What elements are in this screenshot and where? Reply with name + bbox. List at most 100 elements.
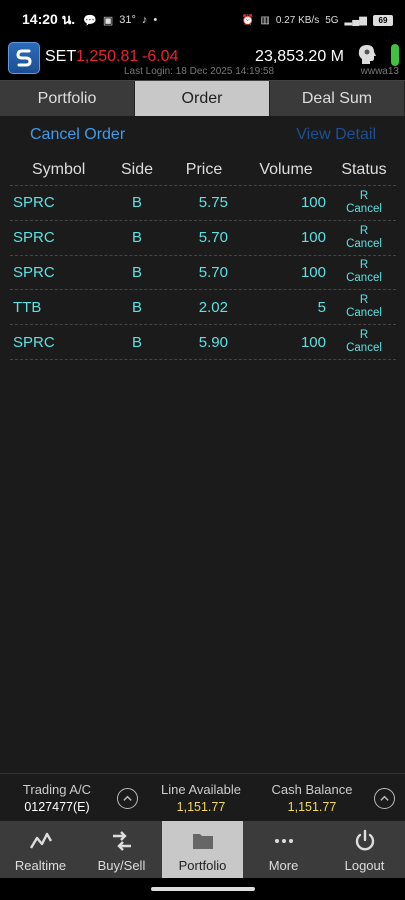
folder-icon: [192, 834, 213, 849]
cell-volume: 100: [300, 229, 326, 247]
row-cancel-button[interactable]: Cancel: [346, 238, 382, 251]
user-id: wwwa13: [360, 66, 399, 77]
table-row[interactable]: SPRC B 5.70 100 R Cancel: [10, 221, 396, 256]
cell-side: B: [131, 229, 142, 247]
order-table: Symbol Side Price Volume Status SPRC B 5…: [10, 154, 396, 360]
battery-level: 69: [373, 14, 393, 26]
nav-realtime-label: Realtime: [14, 858, 67, 873]
trading-account-value: 0127477(E): [24, 800, 90, 814]
connection-status-indicator: [391, 44, 399, 66]
user-head-icon[interactable]: [355, 42, 379, 66]
cell-volume: 100: [300, 263, 326, 281]
alarm-icon: ⏰: [241, 14, 255, 26]
nav-buy-sell[interactable]: Buy/Sell: [81, 821, 162, 878]
cell-volume: 100: [300, 333, 326, 351]
network-speed: 0.27 KB/s: [275, 14, 320, 26]
cash-balance: Cash Balance 1,151.77: [262, 782, 362, 814]
bottom-navigation: Realtime Buy/Sell Portfolio More Logout: [0, 821, 405, 878]
column-header-status: Status: [341, 160, 387, 178]
tab-deal-sum[interactable]: Deal Sum: [270, 81, 405, 116]
system-icons: ⏰ ▥ 0.27 KB/s 5G ▂▄▆ 69: [241, 14, 393, 26]
gallery-icon: ▣: [102, 14, 114, 27]
nav-buy-sell-label: Buy/Sell: [97, 858, 146, 873]
cell-status: R Cancel: [332, 259, 396, 285]
last-login: Last Login: 18 Dec 2025 14:19:58: [124, 66, 275, 77]
cell-status: R Cancel: [332, 225, 396, 251]
trading-account-label: Trading A/C: [22, 782, 92, 797]
row-cancel-button[interactable]: Cancel: [346, 272, 382, 285]
cell-price: 5.70: [198, 263, 228, 281]
cell-side: B: [131, 298, 142, 316]
trading-account[interactable]: Trading A/C 0127477(E): [14, 782, 100, 814]
account-selector-button[interactable]: [117, 788, 138, 809]
cancel-order-button[interactable]: Cancel Order: [30, 126, 125, 144]
cell-volume: 100: [300, 194, 326, 212]
cell-volume: 5: [317, 298, 326, 316]
line-available: Line Available 1,151.77: [150, 782, 252, 814]
status-code: R: [359, 259, 369, 272]
status-code: R: [359, 294, 369, 307]
column-header-side: Side: [120, 160, 154, 178]
cell-status: R Cancel: [332, 329, 396, 355]
tab-portfolio[interactable]: Portfolio: [0, 81, 135, 116]
battery-icon: 69: [373, 14, 393, 26]
table-row[interactable]: SPRC B 5.90 100 R Cancel: [10, 325, 396, 360]
line-available-value: 1,151.77: [176, 800, 226, 814]
index-change: -6.04: [142, 48, 179, 65]
system-status-bar: 14:20 น. 💬 ▣ 31° ♪ • ⏰ ▥ 0.27 KB/s 5G ▂▄…: [0, 0, 405, 40]
view-detail-button[interactable]: View Detail: [296, 126, 376, 144]
cell-symbol: SPRC: [13, 333, 55, 351]
more-dots-icon: [274, 839, 293, 843]
nav-more[interactable]: More: [243, 821, 324, 878]
table-row[interactable]: TTB B 2.02 5 R Cancel: [10, 290, 396, 326]
nav-realtime[interactable]: Realtime: [0, 821, 81, 878]
system-navigation-bar: [0, 878, 405, 900]
cash-balance-label: Cash Balance: [271, 782, 353, 797]
index-value: 1,250.81: [76, 48, 139, 65]
cell-symbol: TTB: [13, 298, 42, 316]
table-row[interactable]: SPRC B 5.70 100 R Cancel: [10, 256, 396, 291]
row-cancel-button[interactable]: Cancel: [346, 342, 382, 355]
tab-order[interactable]: Order: [135, 81, 270, 116]
summary-expand-button[interactable]: [374, 788, 395, 809]
row-cancel-button[interactable]: Cancel: [346, 307, 382, 320]
line-available-label: Line Available: [161, 782, 241, 797]
cell-symbol: SPRC: [13, 194, 55, 212]
cell-symbol: SPRC: [13, 263, 55, 281]
cell-status: R Cancel: [332, 294, 396, 320]
table-row[interactable]: SPRC B 5.75 100 R Cancel: [10, 186, 396, 221]
app-logo-icon: [16, 49, 32, 67]
dot-icon: •: [153, 14, 158, 26]
market-value: 23,853.20 M: [255, 48, 344, 65]
market-header: SET 1,250.81 -6.04 Last Login: 18 Dec 20…: [0, 40, 405, 80]
nav-portfolio[interactable]: Portfolio: [162, 821, 243, 878]
column-header-price: Price: [185, 160, 223, 178]
chevron-up-icon: [123, 795, 132, 801]
cell-side: B: [131, 263, 142, 281]
nav-logout[interactable]: Logout: [324, 821, 405, 878]
clock: 14:20 น.: [22, 11, 76, 27]
status-code: R: [359, 224, 369, 237]
notification-icons: 💬 ▣ 31° ♪ •: [83, 14, 157, 27]
temperature: 31°: [119, 14, 136, 26]
cell-price: 2.02: [198, 298, 228, 316]
index-name: SET: [45, 48, 77, 65]
cell-price: 5.90: [198, 333, 228, 351]
tab-bar: Portfolio Order Deal Sum: [0, 80, 405, 116]
realtime-chart-icon: [29, 832, 52, 849]
app-logo[interactable]: [8, 42, 40, 74]
signal-icon: ▂▄▆: [344, 14, 367, 26]
buy-sell-arrows-icon: [112, 831, 131, 851]
power-icon: [355, 829, 374, 851]
status-code: R: [359, 189, 369, 202]
chevron-up-icon: [380, 795, 389, 801]
status-code: R: [359, 329, 369, 342]
cash-balance-value: 1,151.77: [287, 800, 337, 814]
row-cancel-button[interactable]: Cancel: [346, 203, 382, 216]
order-panel: Cancel Order View Detail Symbol Side Pri…: [0, 116, 405, 773]
cell-price: 5.70: [198, 229, 228, 247]
nav-logout-label: Logout: [344, 858, 385, 873]
nav-more-label: More: [268, 858, 299, 873]
account-summary: Trading A/C 0127477(E) Line Available 1,…: [0, 773, 405, 821]
home-gesture-bar[interactable]: [151, 887, 255, 891]
